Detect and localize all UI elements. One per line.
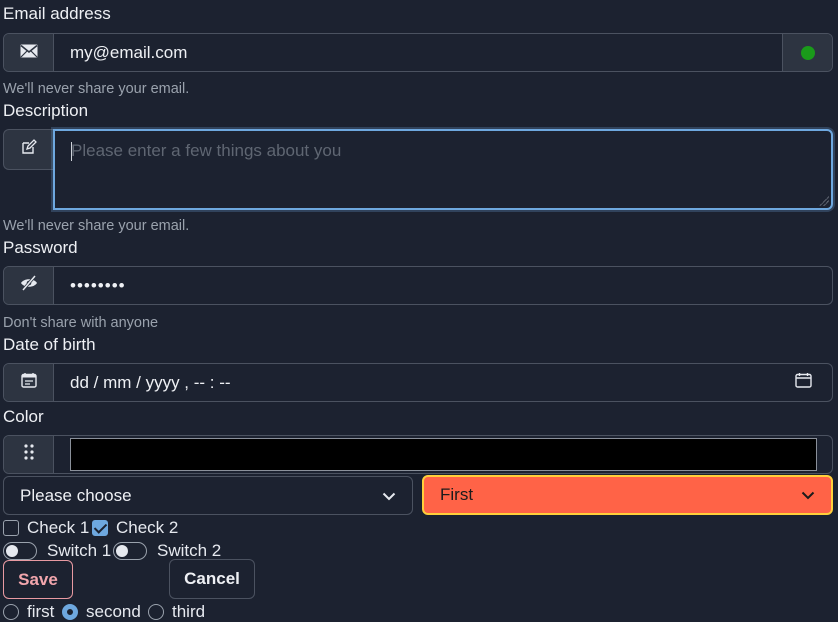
chevron-down-icon xyxy=(382,486,396,506)
description-label: Description xyxy=(3,101,89,120)
calendar-icon xyxy=(20,372,37,393)
radio-third-input[interactable] xyxy=(148,604,164,620)
switch-1-label: Switch 1 xyxy=(47,541,112,560)
password-input-group: •••••••• xyxy=(3,266,833,305)
password-field[interactable]: •••••••• xyxy=(54,267,832,304)
password-help-text: Don't share with anyone xyxy=(3,315,159,331)
switch-1[interactable]: Switch 1 xyxy=(3,541,111,561)
dob-field[interactable]: dd / mm / yyyy , -- : -- xyxy=(54,364,832,401)
email-status-addon xyxy=(782,34,832,71)
check-2[interactable]: Check 2 xyxy=(92,518,178,538)
password-addon[interactable] xyxy=(4,267,54,304)
text-caret xyxy=(71,142,72,161)
color-label: Color xyxy=(3,407,44,426)
description-textarea[interactable]: Please enter a few things about you xyxy=(53,129,833,210)
eye-slash-icon xyxy=(20,275,38,296)
email-help-text: We'll never share your email. xyxy=(3,81,190,97)
description-placeholder: Please enter a few things about you xyxy=(71,141,342,160)
chevron-down-icon xyxy=(801,485,815,505)
check-1-box[interactable] xyxy=(3,520,19,536)
first-select[interactable]: First xyxy=(422,475,833,515)
email-addon xyxy=(4,34,54,71)
radio-first-input[interactable] xyxy=(3,604,19,620)
radio-first[interactable]: first xyxy=(3,602,54,622)
envelope-icon xyxy=(19,43,38,63)
check-1[interactable]: Check 1 xyxy=(3,518,89,538)
calendar-picker-icon[interactable] xyxy=(795,372,812,393)
description-group: Please enter a few things about you xyxy=(3,129,833,210)
radio-third-label: third xyxy=(172,602,206,621)
color-field[interactable] xyxy=(54,436,832,473)
radio-third[interactable]: third xyxy=(148,602,205,622)
email-label: Email address xyxy=(3,4,111,23)
color-input-group xyxy=(3,435,833,474)
radio-second[interactable]: second xyxy=(62,602,141,622)
check-2-box[interactable] xyxy=(92,520,108,536)
dob-value: dd / mm / yyyy , -- : -- xyxy=(70,372,231,392)
grip-dots-icon xyxy=(23,443,35,466)
description-addon xyxy=(3,129,53,170)
switch-2[interactable]: Switch 2 xyxy=(113,541,221,561)
switch-1-toggle[interactable] xyxy=(3,542,37,560)
description-help-text: We'll never share your email. xyxy=(3,218,190,234)
dob-input-group: dd / mm / yyyy , -- : -- xyxy=(3,363,833,402)
choice-select-value: Please choose xyxy=(20,485,132,505)
dob-label: Date of birth xyxy=(3,335,96,354)
check-1-label: Check 1 xyxy=(27,518,90,537)
radio-second-input[interactable] xyxy=(62,604,78,620)
radio-second-label: second xyxy=(86,602,141,621)
email-field[interactable]: my@email.com xyxy=(54,34,782,71)
switch-2-toggle[interactable] xyxy=(113,542,147,560)
check-2-label: Check 2 xyxy=(116,518,179,537)
pencil-square-icon xyxy=(21,139,37,160)
password-label: Password xyxy=(3,238,78,257)
dob-addon xyxy=(4,364,54,401)
color-swatch xyxy=(70,438,817,471)
color-addon xyxy=(4,436,54,473)
choice-select[interactable]: Please choose xyxy=(3,476,413,515)
resize-grip-icon[interactable] xyxy=(819,196,829,206)
email-input-group: my@email.com xyxy=(3,33,833,72)
first-select-value: First xyxy=(440,485,474,504)
status-dot-icon xyxy=(800,45,815,60)
switch-2-label: Switch 2 xyxy=(157,541,222,560)
cancel-button[interactable]: Cancel xyxy=(169,559,255,599)
save-button[interactable]: Save xyxy=(3,560,73,599)
radio-first-label: first xyxy=(27,602,55,621)
